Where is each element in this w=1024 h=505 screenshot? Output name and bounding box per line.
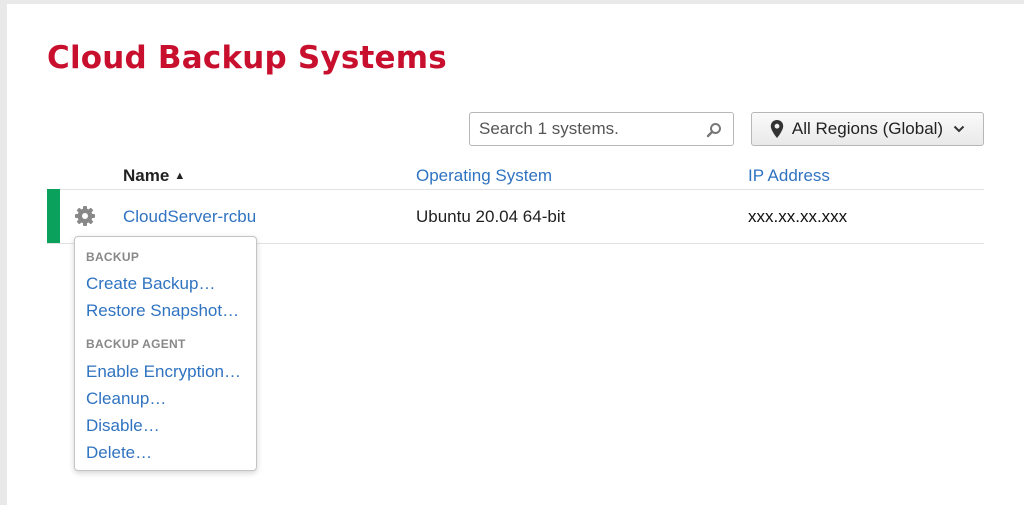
- region-label: All Regions (Global): [791, 119, 944, 138]
- menu-item-delete[interactable]: Delete…: [86, 443, 152, 463]
- menu-header-backup: BACKUP: [86, 250, 140, 264]
- main-panel: Cloud Backup Systems All Regions (Global…: [7, 4, 1024, 505]
- search-icon[interactable]: [706, 122, 722, 138]
- menu-item-disable[interactable]: Disable…: [86, 416, 160, 436]
- search-box[interactable]: [469, 112, 734, 146]
- page-title: Cloud Backup Systems: [47, 40, 447, 76]
- column-header-name[interactable]: Name ▲: [123, 166, 185, 186]
- system-os: Ubuntu 20.04 64-bit: [416, 207, 566, 226]
- header-divider: [47, 189, 984, 190]
- menu-header-backup-agent: BACKUP AGENT: [86, 337, 186, 351]
- menu-item-create-backup[interactable]: Create Backup…: [86, 274, 215, 294]
- gear-icon[interactable]: [74, 205, 96, 227]
- status-indicator: [47, 189, 60, 243]
- actions-menu: BACKUP Create Backup… Restore Snapshot… …: [74, 236, 257, 471]
- menu-item-cleanup[interactable]: Cleanup…: [86, 389, 166, 409]
- system-ip: xxx.xx.xx.xxx: [748, 207, 848, 226]
- menu-item-enable-encryption[interactable]: Enable Encryption…: [86, 362, 241, 382]
- region-select-button[interactable]: All Regions (Global): [751, 112, 984, 146]
- column-header-name-label: Name: [123, 166, 170, 185]
- column-header-ip[interactable]: IP Address: [748, 166, 830, 186]
- chevron-down-icon: [953, 125, 965, 133]
- sort-ascending-icon: ▲: [174, 170, 186, 182]
- column-header-os[interactable]: Operating System: [416, 166, 552, 186]
- map-pin-icon: [770, 120, 784, 138]
- system-name-link[interactable]: CloudServer-rcbu: [123, 207, 256, 227]
- search-input[interactable]: [470, 114, 699, 144]
- menu-item-restore-snapshot[interactable]: Restore Snapshot…: [86, 301, 239, 321]
